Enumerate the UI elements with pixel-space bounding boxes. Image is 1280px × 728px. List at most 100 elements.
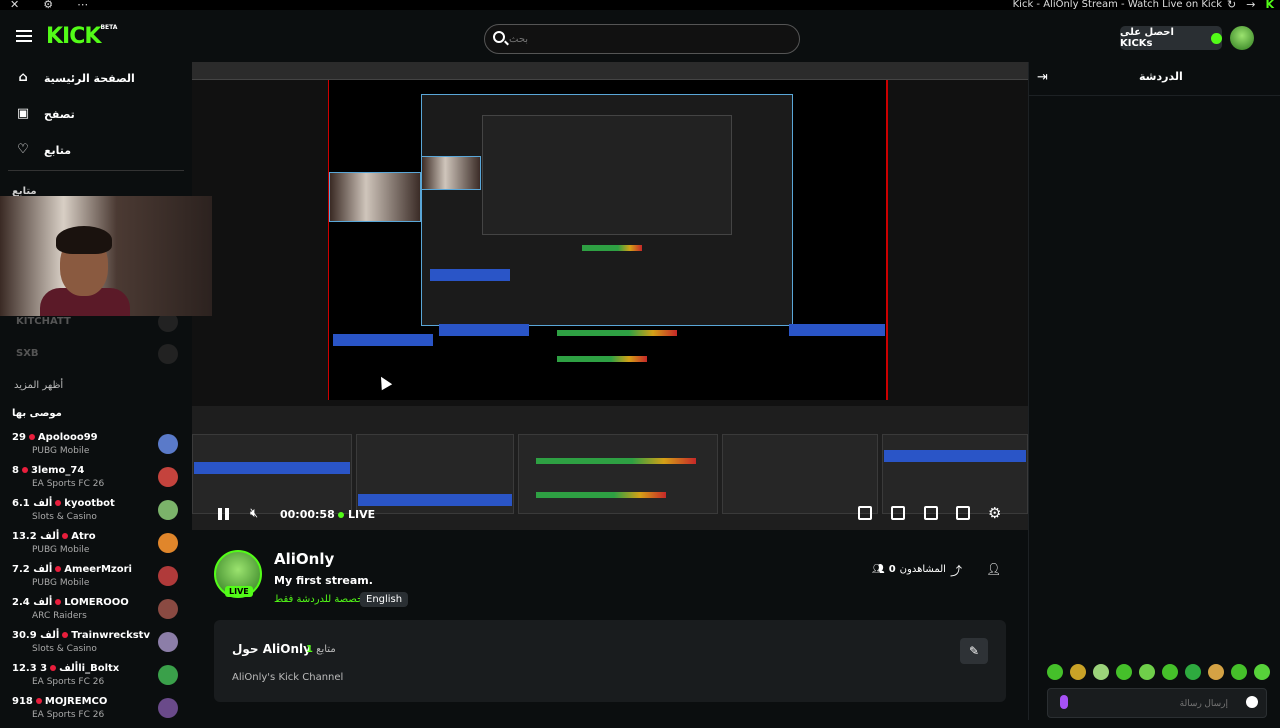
stream-control-selected (789, 324, 885, 336)
chat-header: ⇥ الدردشة (1029, 62, 1280, 96)
search-input[interactable] (509, 29, 789, 49)
live-dot (21, 467, 28, 473)
emote-icon[interactable] (1162, 664, 1178, 680)
follow-user-icon[interactable]: 👤︎ (986, 562, 1001, 576)
recommended-channel[interactable]: 2.4 ألف LOMEROOO ARC Raiders (12, 597, 182, 629)
live-dot (62, 533, 69, 539)
sidebar-item-following[interactable]: ♡ متابع (16, 140, 71, 160)
emote-icon[interactable] (1093, 664, 1109, 680)
followers-count: 1 متابع (306, 644, 336, 655)
channel-name: 3lemo_74 (30, 465, 85, 476)
stream-stop-button (884, 450, 1026, 462)
fullscreen-icon[interactable] (956, 506, 970, 520)
channel-category: Slots & Casino (32, 512, 97, 522)
viewer-count: 6.1 ألف (12, 498, 53, 509)
kick-logo[interactable]: KICKBETA (46, 24, 117, 49)
stream-scene-selected (430, 269, 510, 281)
channel-avatar (158, 632, 178, 652)
stream-audio-meter (536, 458, 696, 464)
recommended-channel[interactable]: 8 3lemo_74 EA Sports FC 26 (12, 465, 182, 497)
emote-icon[interactable] (1231, 664, 1247, 680)
emote-icon[interactable] (1185, 664, 1201, 680)
chat-input[interactable] (1078, 695, 1228, 711)
channel-category: PUBG Mobile (32, 545, 90, 555)
edit-about-button[interactable]: ✎ (960, 638, 988, 664)
emote-icon[interactable] (1208, 664, 1224, 680)
settings-icon[interactable]: ⚙ (988, 504, 1001, 522)
heart-icon: ♡ (17, 142, 29, 157)
recommended-channel[interactable]: 6.1 ألف kyootbot Slots & Casino (12, 498, 182, 530)
emote-icon[interactable] (1116, 664, 1132, 680)
recommended-channel[interactable]: 7.2 ألف AmeerMzori PUBG Mobile (12, 564, 182, 596)
video-player[interactable] (192, 62, 1028, 530)
logo-text: KICK (46, 24, 101, 49)
viewer-count: 2.4 ألف (12, 597, 53, 608)
get-kicks-button[interactable]: احصل على KICKs (1120, 26, 1222, 50)
live-badge: LIVE (225, 586, 253, 597)
channel-category: PUBG Mobile (32, 446, 90, 456)
viewer-count: 8 (12, 465, 19, 476)
viewers-number: 0 (888, 564, 896, 575)
kicks-button-label: احصل على KICKs (1120, 27, 1174, 49)
channel-avatar (158, 698, 178, 718)
pause-icon[interactable] (218, 508, 230, 520)
clip-icon[interactable] (924, 506, 938, 520)
following-channel[interactable]: KITCHATT (16, 316, 71, 327)
emote-icon[interactable] (1047, 664, 1063, 680)
followers-label: متابع (316, 644, 336, 655)
show-more-link[interactable]: أظهر المزيد (14, 380, 63, 391)
following-channel[interactable]: SXB (16, 348, 39, 359)
stream-cam-thumbnail (421, 156, 481, 190)
channel-name: MOJREMCO (44, 696, 108, 707)
followers-number: 1 (306, 644, 313, 655)
pip-icon[interactable] (858, 506, 872, 520)
channel-description: AliOnly's Kick Channel (232, 672, 344, 683)
search-icon[interactable] (493, 31, 505, 43)
stream-timer: 00:00:58 (280, 508, 335, 521)
channel-category: Slots & Casino (32, 644, 97, 654)
channel-name: AmeerMzori (64, 564, 132, 575)
category-tag[interactable]: مخصصة للدردشة فقط (274, 594, 369, 605)
recommended-channel[interactable]: 30.9 ألف Trainwreckstv Slots & Casino (12, 630, 182, 662)
share-icon[interactable]: ⤴ (950, 562, 962, 579)
theater-icon[interactable] (891, 506, 905, 520)
live-indicator: LIVE (338, 508, 375, 521)
stream-obs-preview (328, 80, 888, 400)
channel-avatar (158, 599, 178, 619)
recommended-channel[interactable]: 918 MOJREMCO EA Sports FC 26 (12, 696, 182, 728)
recommended-channel[interactable]: 12.3 ألف3li_Boltx EA Sports FC 26 (12, 663, 182, 695)
user-avatar[interactable] (1230, 26, 1254, 50)
sidebar-item-home[interactable]: ⌂ الصفحة الرئيسية (16, 68, 134, 88)
emote-icon[interactable] (1139, 664, 1155, 680)
chat-title: الدردشة (1139, 70, 1183, 83)
stream-audio-meter (536, 492, 666, 498)
sidebar-item-browse[interactable]: ▣ تصفح (16, 104, 75, 124)
live-dot (55, 599, 62, 605)
channel-category: ARC Raiders (32, 611, 87, 621)
menu-icon[interactable] (16, 30, 32, 42)
live-dot (55, 566, 62, 572)
recommended-channel[interactable]: 13.2 ألف Atro PUBG Mobile (12, 531, 182, 563)
live-dot (338, 511, 344, 518)
recommended-channel[interactable]: 29 Apolooo99 PUBG Mobile (12, 432, 182, 464)
search-bar[interactable] (484, 24, 800, 54)
microphone-icon[interactable] (1060, 695, 1068, 709)
channel-category: EA Sports FC 26 (32, 677, 105, 687)
stream-audio-meter (582, 245, 642, 251)
pencil-icon: ✎ (968, 644, 980, 658)
browser-titlebar: ✕ ⚙ ⋯ Kick - AliOnly Stream - Watch Live… (0, 0, 1280, 11)
stream-nested-preview (421, 94, 793, 326)
channel-avatar (158, 533, 178, 553)
viewer-count: 29 (12, 432, 26, 443)
emote-icon[interactable] (1070, 664, 1086, 680)
chat-input-box[interactable] (1047, 688, 1267, 718)
stream-title: My first stream. (274, 574, 373, 587)
channel-name[interactable]: AliOnly (274, 550, 334, 568)
mute-icon[interactable]: 🔇︎ (250, 506, 258, 521)
language-tag[interactable]: English (360, 592, 409, 607)
collapse-chat-icon[interactable]: ⇥ (1037, 70, 1048, 85)
chat-panel: ⇥ الدردشة (1028, 62, 1280, 720)
webcam-overlay (0, 196, 212, 316)
emoji-icon[interactable] (1246, 696, 1258, 708)
emote-icon[interactable] (1254, 664, 1270, 680)
